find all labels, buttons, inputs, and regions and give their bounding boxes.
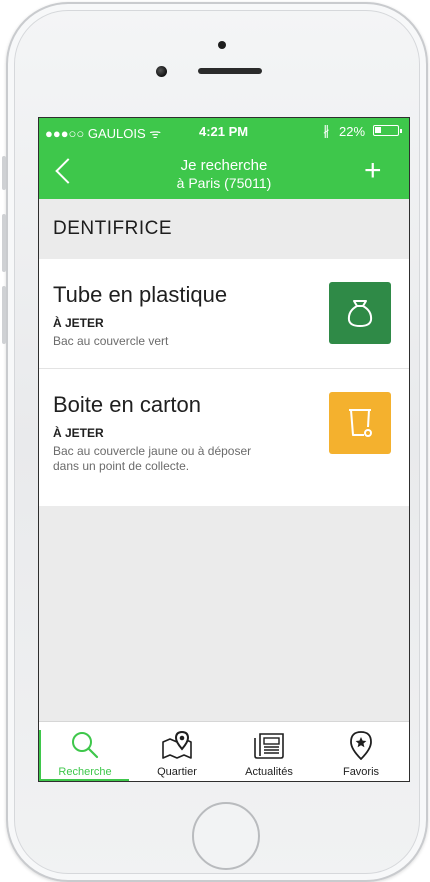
item-description: Bac au couvercle jaune ou à déposer dans…	[53, 444, 252, 473]
proximity-sensor	[218, 41, 226, 49]
map-pin-icon	[131, 730, 223, 760]
list-item[interactable]: Tube en plastique À JETER Bac au couverc…	[39, 259, 409, 369]
search-icon	[39, 730, 131, 760]
home-button[interactable]	[192, 802, 260, 870]
item-action: À JETER	[53, 316, 104, 330]
app-screen: ●●●○○ GAULOIS ᯤ 4:21 PM ∦ 22% Je recherc…	[38, 117, 410, 782]
tab-label: Favoris	[342, 766, 380, 778]
bin-badge-green	[329, 282, 391, 344]
tab-actualites[interactable]: Actualités	[223, 722, 315, 781]
bluetooth-icon: ∦	[323, 123, 330, 138]
volume-down-button	[2, 286, 6, 344]
add-button[interactable]: +	[364, 156, 382, 186]
bag-icon	[347, 300, 373, 327]
app-header: ●●●○○ GAULOIS ᯤ 4:21 PM ∦ 22% Je recherc…	[39, 118, 409, 199]
mute-switch	[2, 156, 6, 190]
tab-label: Recherche	[58, 766, 112, 778]
star-pin-icon	[315, 730, 407, 760]
tab-bar: Recherche Quartier Actualités Favoris	[39, 721, 409, 781]
battery-icon	[373, 125, 402, 136]
item-description: Bac au couvercle vert	[53, 334, 169, 348]
battery-percent: 22%	[339, 124, 366, 139]
header-title: Je recherche	[180, 157, 268, 174]
volume-up-button	[2, 214, 6, 272]
status-bar: ●●●○○ GAULOIS ᯤ 4:21 PM ∦ 22%	[39, 118, 409, 142]
tab-recherche[interactable]: Recherche	[39, 722, 131, 781]
item-action: À JETER	[53, 426, 104, 440]
earpiece-speaker	[198, 68, 262, 74]
bin-icon	[349, 409, 372, 437]
tab-favoris[interactable]: Favoris	[315, 722, 407, 781]
section-title: DENTIFRICE	[53, 218, 172, 239]
result-list: Tube en plastique À JETER Bac au couverc…	[39, 259, 409, 506]
tab-label: Quartier	[157, 766, 197, 778]
list-item[interactable]: Boite en carton À JETER Bac au couvercle…	[39, 369, 409, 506]
newspaper-icon	[223, 730, 315, 760]
header-location[interactable]: à Paris (75011)	[39, 175, 409, 191]
item-name: Tube en plastique	[53, 282, 228, 307]
item-name: Boite en carton	[53, 392, 201, 417]
status-time: 4:21 PM	[199, 124, 249, 139]
carrier-label: ●●●○○ GAULOIS ᯤ	[45, 126, 162, 141]
tab-quartier[interactable]: Quartier	[131, 722, 223, 781]
bin-badge-yellow	[329, 392, 391, 454]
front-camera	[156, 66, 167, 77]
tab-label: Actualités	[245, 766, 293, 778]
